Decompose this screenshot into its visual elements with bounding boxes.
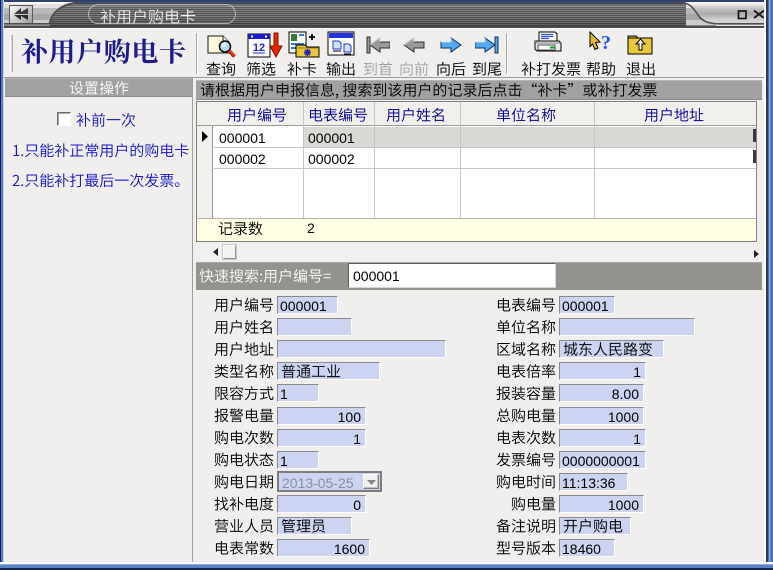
svg-text:12: 12	[253, 42, 265, 54]
svg-text:?: ?	[601, 32, 611, 54]
